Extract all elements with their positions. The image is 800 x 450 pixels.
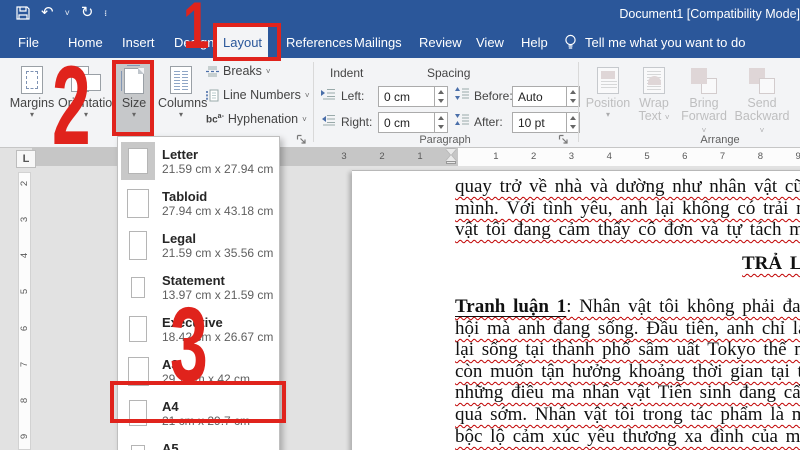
bring-forward-icon xyxy=(678,60,730,94)
doc-text-line: còn muốn tận hưởng khoảng thời gian tại … xyxy=(455,361,800,383)
columns-icon xyxy=(158,60,204,94)
chevron-down-icon: ▾ xyxy=(584,110,632,119)
quick-access-toolbar: ↶ ˅ ↻ ᎒ xyxy=(16,4,107,22)
send-backward-button[interactable]: SendBackward ˅ xyxy=(732,60,792,136)
hyphenation-button[interactable]: bca- Hyphenation˅ xyxy=(206,112,307,126)
size-option-legal[interactable]: Legal21.59 cm x 35.56 cm xyxy=(118,224,279,266)
group-separator xyxy=(578,62,579,142)
indent-label: Indent xyxy=(330,66,363,80)
undo-icon[interactable]: ↶ xyxy=(41,4,54,22)
wrap-text-icon xyxy=(632,60,676,94)
line-numbers-button[interactable]: Line Numbers˅ xyxy=(206,88,310,102)
doc-text-line: những điều mà nhân vật Tiên sinh đang cấ… xyxy=(455,382,800,404)
size-option-letter[interactable]: Letter21.59 cm x 27.94 cm xyxy=(118,140,279,182)
doc-text-line: quá sớm. Nhân vật tôi trong tác phẩm là … xyxy=(455,404,800,426)
doc-text-line: quay trở về nhà và dường như nhân vật cũ… xyxy=(455,176,800,198)
title-bar: ↶ ˅ ↻ ᎒ Document1 [Compatibility Mode] xyxy=(0,0,800,27)
indent-left-icon xyxy=(321,88,336,100)
lightbulb-icon xyxy=(564,34,577,51)
vertical-ruler-numbers: 23456789 xyxy=(18,165,31,450)
tab-file[interactable]: File xyxy=(12,27,45,58)
tab-review[interactable]: Review xyxy=(413,27,468,58)
paragraph-group-label: Paragraph xyxy=(315,134,575,146)
undo-chevron-icon[interactable]: ˅ xyxy=(65,8,70,18)
size-option-a5[interactable]: A514.8 cm x 21 cm xyxy=(118,434,279,450)
indent-left-input[interactable]: 0 cm xyxy=(378,86,448,107)
breaks-button[interactable]: Breaks˅ xyxy=(206,64,271,78)
paper-icon xyxy=(131,277,145,298)
indent-right-icon xyxy=(321,114,336,126)
tab-references[interactable]: References xyxy=(280,27,358,58)
position-icon xyxy=(584,60,632,94)
line-numbers-icon xyxy=(206,89,219,102)
spacing-before-icon xyxy=(455,87,470,100)
send-backward-icon xyxy=(732,60,792,94)
wrap-text-button[interactable]: WrapText ˅ xyxy=(632,60,676,123)
tab-help[interactable]: Help xyxy=(515,27,554,58)
doc-heading: TRẢ LỜI xyxy=(742,253,800,275)
paper-icon xyxy=(129,316,147,342)
indent-left-label: Left: xyxy=(341,89,364,103)
selected-highlight xyxy=(121,142,155,180)
arrange-group-label: Arrange xyxy=(640,134,800,146)
doc-text-line: vật tôi đang cảm thấy cô đơn và tự tách … xyxy=(455,219,800,241)
spacing-after-label: After: xyxy=(474,115,503,129)
annotation-step-3: 3 xyxy=(170,304,208,387)
doc-text-line: Tranh luận 1: Nhân vật tôi không phải đa… xyxy=(455,296,800,318)
tell-me-label: Tell me what you want to do xyxy=(585,35,745,50)
doc-text-line: mình. Với tình yêu, anh lại không có trả… xyxy=(455,198,800,220)
redo-icon[interactable]: ↻ xyxy=(81,4,94,22)
tab-insert[interactable]: Insert xyxy=(116,27,161,58)
tell-me-box[interactable]: Tell me what you want to do xyxy=(564,27,745,58)
customize-qat-icon[interactable]: ᎒ xyxy=(104,7,106,19)
indent-right-input[interactable]: 0 cm xyxy=(378,112,448,133)
margins-icon xyxy=(8,60,56,94)
bring-forward-button[interactable]: BringForward ˅ xyxy=(678,60,730,136)
spacing-before-input[interactable]: Auto xyxy=(512,86,580,107)
paper-icon xyxy=(127,189,149,218)
indent-right-label: Right: xyxy=(341,115,372,129)
doc-text-line: bộc lộ cảm xúc yêu thương xa đình của mì… xyxy=(455,426,800,448)
indent-markers[interactable] xyxy=(446,149,456,164)
indent-right-stepper[interactable] xyxy=(434,113,447,132)
breaks-icon xyxy=(206,65,219,78)
columns-button[interactable]: Columns ▾ xyxy=(158,60,204,119)
tab-view[interactable]: View xyxy=(470,27,510,58)
indent-left-stepper[interactable] xyxy=(434,87,447,106)
position-button[interactable]: Position ▾ xyxy=(584,60,632,119)
paper-icon xyxy=(128,148,148,174)
group-separator xyxy=(313,62,314,142)
hyphenation-icon: bca- xyxy=(206,113,224,125)
ruler-numbers: 123456789 xyxy=(477,151,800,162)
annotation-step-2: 2 xyxy=(52,62,91,149)
margins-button[interactable]: Margins ▾ xyxy=(8,60,56,119)
paper-icon xyxy=(131,445,145,450)
paragraph-dialog-launcher-icon[interactable] xyxy=(558,134,570,146)
annotation-step-1: 1 xyxy=(183,0,209,51)
spacing-before-label: Before: xyxy=(474,89,513,103)
size-option-tabloid[interactable]: Tabloid27.94 cm x 43.18 cm xyxy=(118,182,279,224)
annotation-box-layout-tab xyxy=(213,23,281,61)
page-setup-dialog-launcher-icon[interactable] xyxy=(296,134,308,146)
doc-text-line: hội mà anh đang sống. Đầu tiên, anh chỉ … xyxy=(455,318,800,340)
ruler-margin-numbers: 321 xyxy=(325,151,439,162)
tab-mailings[interactable]: Mailings xyxy=(348,27,408,58)
spacing-after-input[interactable]: 10 pt xyxy=(512,112,580,133)
spacing-after-icon xyxy=(455,113,470,126)
save-icon[interactable] xyxy=(16,6,30,20)
spacing-label: Spacing xyxy=(427,66,470,80)
chevron-down-icon: ▾ xyxy=(158,110,204,119)
document-title: Document1 [Compatibility Mode] xyxy=(619,7,800,21)
annotation-box-size-button xyxy=(112,60,154,136)
paper-icon xyxy=(129,231,147,260)
doc-text-line: lại sống tại thành phố sầm uất Tokyo thế… xyxy=(455,339,800,361)
chevron-down-icon: ▾ xyxy=(8,110,56,119)
ribbon-tab-bar: File Home Insert Design Layout Reference… xyxy=(0,27,800,58)
